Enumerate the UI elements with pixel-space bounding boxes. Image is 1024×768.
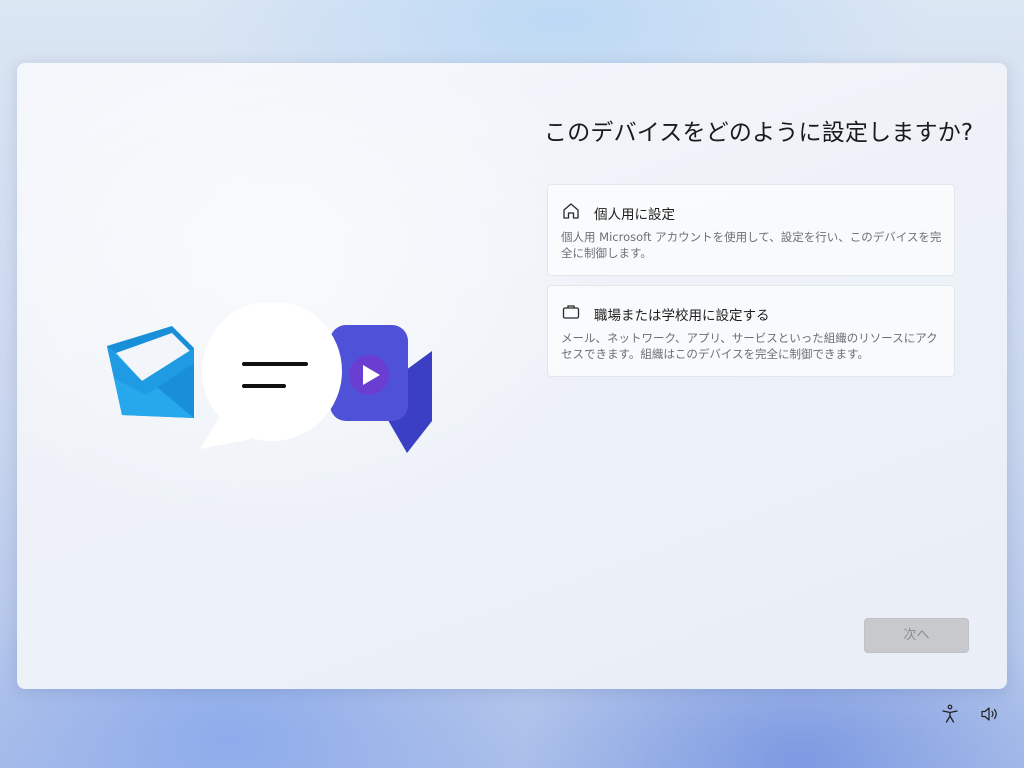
volume-icon[interactable] [979, 703, 1001, 725]
option-personal-description: 個人用 Microsoft アカウントを使用して、設定を行い、このデバイスを完全… [561, 230, 942, 260]
chat-bubble-icon [200, 303, 342, 449]
illustration [107, 303, 432, 453]
next-button[interactable]: 次へ [864, 618, 969, 653]
option-work-school-description: メール、ネットワーク、アプリ、サービスといった組織のリソースにアクセスできます。… [561, 331, 938, 361]
page-title: このデバイスをどのように設定しますか? [544, 120, 974, 146]
option-work-school[interactable]: 職場または学校用に設定する メール、ネットワーク、アプリ、サービスといった組織の… [547, 285, 955, 377]
option-personal-title: 個人用に設定 [594, 207, 675, 223]
option-work-school-title: 職場または学校用に設定する [594, 308, 770, 324]
mail-icon [107, 326, 194, 418]
briefcase-icon [562, 305, 580, 319]
setup-window: このデバイスをどのように設定しますか? 個人用に設定 個人用 Microsoft… [17, 63, 1007, 689]
home-icon [563, 203, 579, 219]
video-icon [330, 325, 432, 453]
option-personal[interactable]: 個人用に設定 個人用 Microsoft アカウントを使用して、設定を行い、この… [547, 184, 955, 276]
accessibility-icon[interactable] [939, 703, 961, 725]
